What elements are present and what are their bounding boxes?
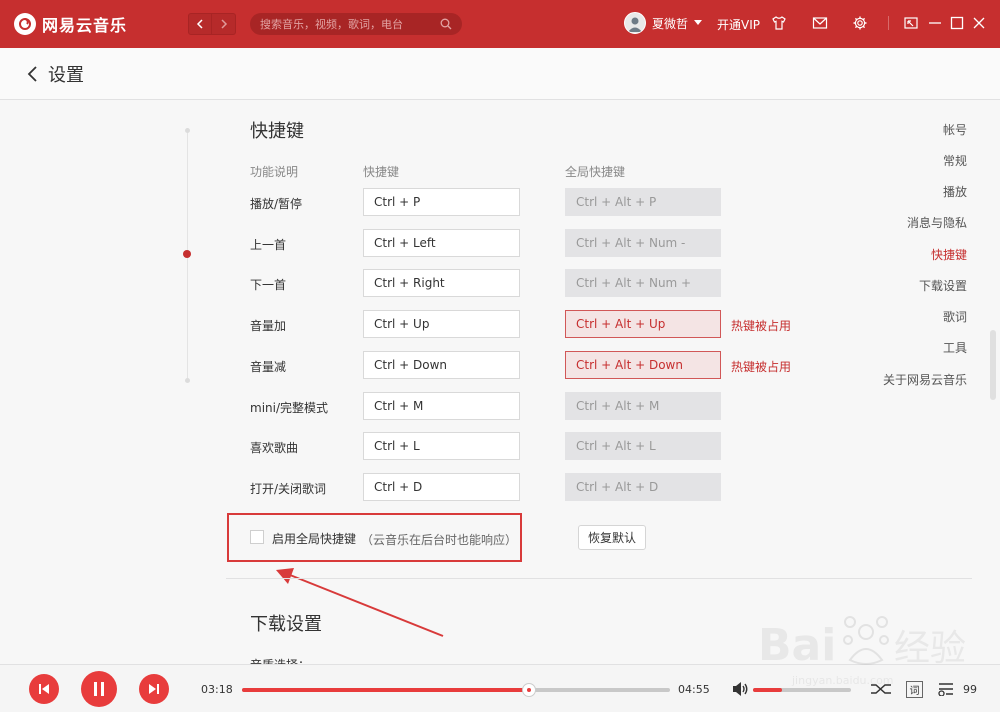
global-shortcut-input: Ctrl + Alt + D: [565, 473, 721, 501]
volume-icon[interactable]: [731, 681, 749, 697]
global-shortcut-input: Ctrl + Alt + P: [565, 188, 721, 216]
sidebar-item[interactable]: 关于网易云音乐: [883, 371, 967, 388]
player-bar: 03:18 04:55 词 99: [0, 664, 1000, 712]
shortcut-key-input[interactable]: Ctrl + M: [363, 392, 520, 420]
maximize-icon[interactable]: [948, 14, 966, 32]
progress-fill: [242, 688, 529, 692]
gear-icon[interactable]: [851, 14, 869, 32]
shortcut-key-input[interactable]: Ctrl + Up: [363, 310, 520, 338]
mail-icon[interactable]: [811, 14, 829, 32]
page-header: 设置: [0, 48, 1000, 100]
shortcut-key-input[interactable]: Ctrl + Right: [363, 269, 520, 297]
global-shortcut-input: Ctrl + Alt + Num -: [565, 229, 721, 257]
avatar[interactable]: [624, 12, 646, 34]
mini-mode-icon[interactable]: [902, 14, 920, 32]
netease-logo-icon: [14, 13, 36, 35]
progress-knob[interactable]: [521, 683, 536, 697]
search-icon[interactable]: [440, 18, 452, 30]
col-header-global: 全局快捷键: [565, 165, 626, 179]
playlist-icon[interactable]: [938, 682, 958, 696]
hotkey-conflict-warning: 热键被占用: [731, 360, 792, 374]
sidebar-item[interactable]: 快捷键: [931, 246, 967, 263]
forward-nav-button[interactable]: [212, 13, 236, 35]
search-input[interactable]: [260, 17, 440, 31]
forward-arrow-icon: [220, 19, 227, 29]
app-name: 网易云音乐: [42, 16, 128, 35]
enable-global-checkbox[interactable]: [250, 530, 264, 544]
shortcut-key-input[interactable]: Ctrl + P: [363, 188, 520, 216]
download-quality-label: 音质选择：: [250, 656, 310, 664]
shortcut-function-label: 播放/暂停: [250, 197, 303, 211]
shortcut-key-input[interactable]: Ctrl + D: [363, 473, 520, 501]
col-header-shortcut: 快捷键: [363, 165, 400, 179]
shortcut-key-input[interactable]: Ctrl + Left: [363, 229, 520, 257]
sidebar-item[interactable]: 播放: [943, 183, 967, 200]
lyric-button[interactable]: 词: [906, 681, 923, 698]
volume-fill: [753, 688, 783, 692]
pause-button[interactable]: [81, 671, 117, 707]
sidebar-item[interactable]: 消息与隐私: [907, 214, 967, 231]
user-menu[interactable]: 夏微哲: [624, 12, 703, 34]
shortcut-function-label: 音量减: [250, 360, 287, 374]
sidebar-item[interactable]: 下载设置: [919, 277, 967, 294]
play-mode-icon[interactable]: [870, 682, 892, 696]
shortcut-function-label: 打开/关闭歌词: [250, 482, 327, 496]
minimize-icon[interactable]: [926, 14, 944, 32]
global-shortcut-input: Ctrl + Alt + Up: [565, 310, 721, 338]
restore-default-button[interactable]: 恢复默认: [578, 525, 646, 550]
back-arrow-icon: [196, 19, 203, 29]
nav-dot: [185, 378, 190, 383]
hotkey-conflict-warning: 热键被占用: [731, 319, 792, 333]
search-box[interactable]: [250, 13, 462, 35]
vip-link[interactable]: 开通VIP: [717, 16, 760, 33]
section-title-shortcuts: 快捷键: [250, 121, 304, 142]
page-title: 设置: [48, 64, 84, 86]
tshirt-icon[interactable]: [770, 14, 788, 32]
shortcut-function-label: 音量加: [250, 319, 287, 333]
playlist-count: 99: [963, 683, 977, 696]
scrollbar[interactable]: [990, 330, 996, 400]
nav-dot: [185, 128, 190, 133]
global-shortcut-input: Ctrl + Alt + Num +: [565, 269, 721, 297]
shortcut-function-label: 上一首: [250, 238, 287, 252]
sidebar-item[interactable]: 帐号: [943, 121, 967, 138]
section-divider: [226, 578, 972, 579]
pause-icon: [94, 682, 104, 696]
prev-track-button[interactable]: [29, 674, 59, 704]
shortcut-function-label: 下一首: [250, 278, 287, 292]
section-title-download: 下载设置: [250, 614, 322, 635]
chevron-down-icon[interactable]: [694, 20, 703, 26]
current-time: 03:18: [201, 683, 233, 696]
sidebar-item[interactable]: 歌词: [943, 308, 967, 325]
skip-next-icon: [149, 684, 159, 694]
global-shortcut-input: Ctrl + Alt + Down: [565, 351, 721, 379]
global-shortcut-input: Ctrl + Alt + L: [565, 432, 721, 460]
close-icon[interactable]: [970, 14, 988, 32]
total-time: 04:55: [678, 683, 710, 696]
title-divider: [888, 16, 889, 30]
title-bar: 网易云音乐 夏微哲 开通VIP: [0, 0, 1000, 48]
enable-global-hint: （云音乐在后台时也能响应）: [361, 533, 518, 547]
nav-active-dot: [183, 250, 191, 258]
enable-global-label[interactable]: 启用全局快捷键: [272, 530, 356, 547]
progress-bar[interactable]: [242, 683, 670, 697]
svg-text:经验: 经验: [894, 628, 966, 669]
volume-slider[interactable]: [753, 688, 851, 692]
next-track-button[interactable]: [139, 674, 169, 704]
back-nav-button[interactable]: [188, 13, 212, 35]
sidebar-item[interactable]: 常规: [943, 152, 967, 169]
shortcut-key-input[interactable]: Ctrl + L: [363, 432, 520, 460]
shortcut-key-input[interactable]: Ctrl + Down: [363, 351, 520, 379]
col-header-function: 功能说明: [250, 165, 299, 179]
shortcut-function-label: mini/完整模式: [250, 401, 329, 415]
skip-previous-icon: [39, 684, 49, 694]
shortcut-function-label: 喜欢歌曲: [250, 441, 299, 455]
global-shortcut-input: Ctrl + Alt + M: [565, 392, 721, 420]
back-arrow-icon[interactable]: [26, 65, 40, 83]
app-logo[interactable]: 网易云音乐: [14, 12, 127, 36]
user-name[interactable]: 夏微哲: [652, 15, 688, 32]
sidebar-item[interactable]: 工具: [943, 339, 967, 356]
